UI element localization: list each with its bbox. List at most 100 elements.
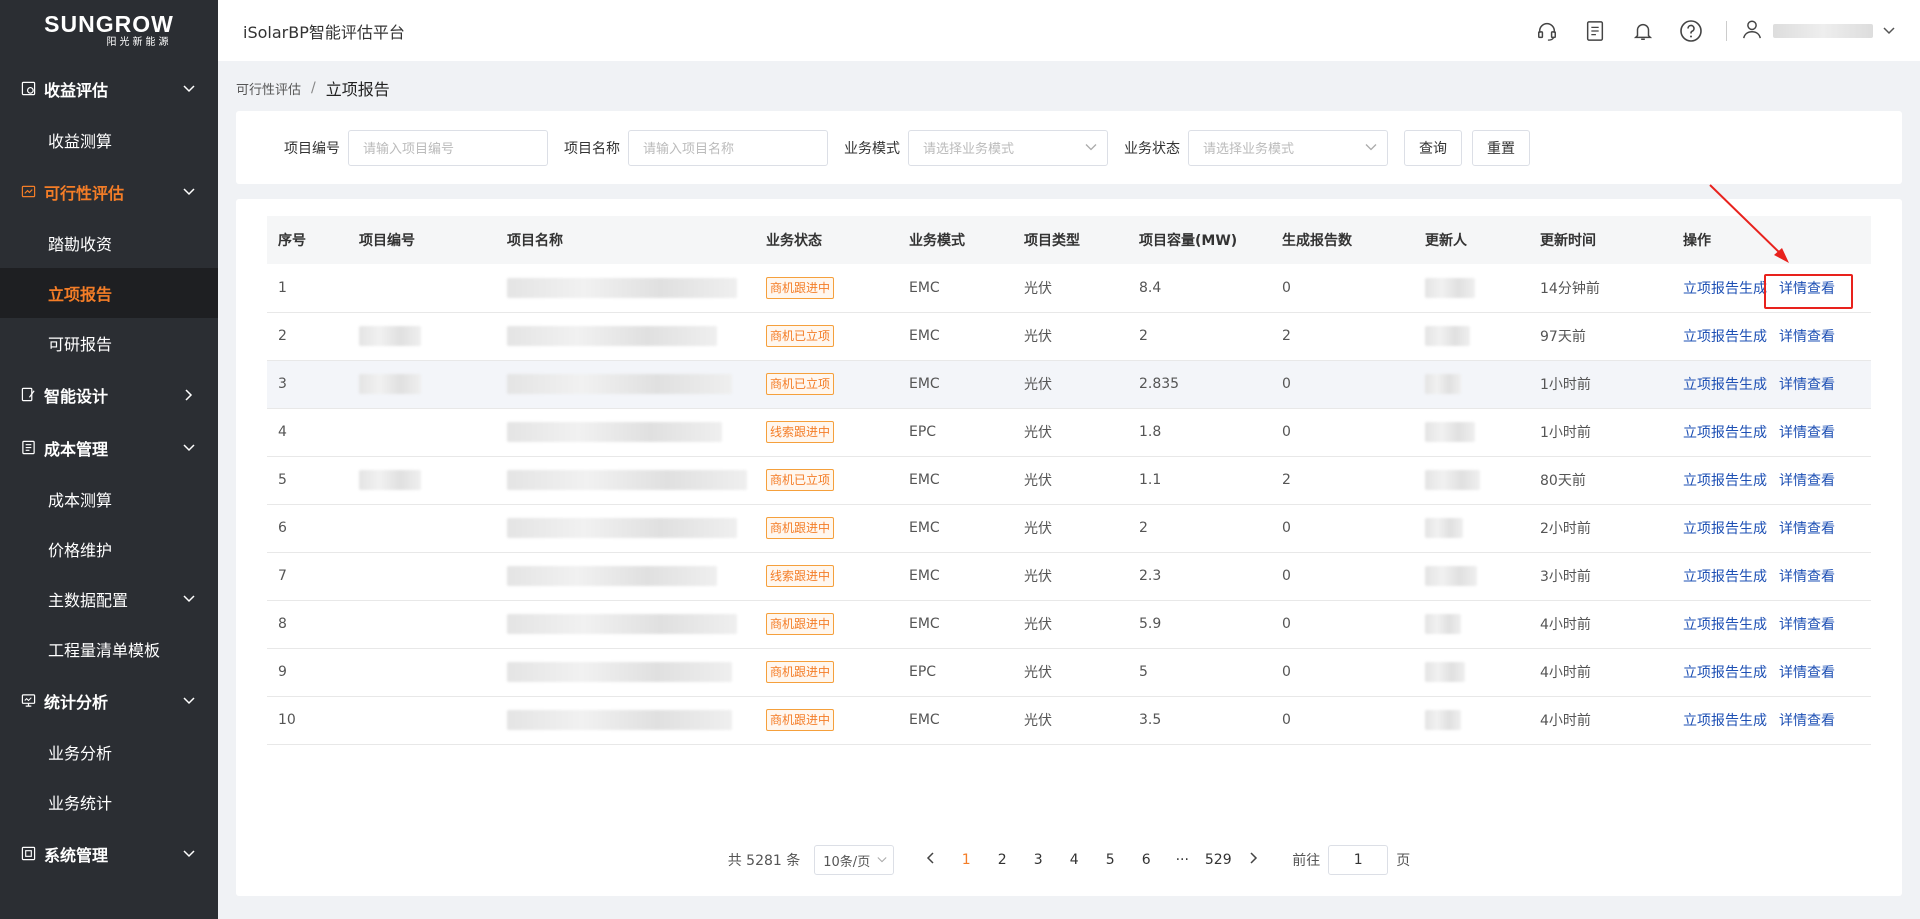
sidebar-item-cost-calc[interactable]: 成本测算: [0, 474, 218, 524]
chevron-down-icon: [1883, 23, 1895, 39]
generate-report-link[interactable]: 立项报告生成: [1683, 713, 1767, 729]
prev-page-button[interactable]: [912, 852, 948, 868]
cell-actions: 立项报告生成 详情查看: [1672, 648, 1871, 697]
breadcrumb-separator: /: [311, 80, 316, 96]
sidebar-item-revenue-calc[interactable]: 收益测算: [0, 115, 218, 165]
biz-status-select[interactable]: 请选择业务模式: [1188, 129, 1388, 166]
chevron-down-icon: [1365, 140, 1377, 155]
generate-report-link[interactable]: 立项报告生成: [1683, 665, 1767, 681]
sidebar-item-label: 价格维护: [48, 541, 113, 560]
generate-report-link[interactable]: 立项报告生成: [1683, 377, 1767, 393]
goto-page-input[interactable]: 1: [1328, 845, 1389, 875]
sidebar-item-survey[interactable]: 踏勘收资: [0, 218, 218, 268]
redacted-updater: [1425, 566, 1477, 586]
view-detail-link[interactable]: 详情查看: [1779, 377, 1835, 393]
menu-group-statistics[interactable]: 统计分析: [0, 674, 218, 727]
sidebar-item-project-report[interactable]: 立项报告: [0, 268, 218, 318]
cell-update-time: 14分钟前: [1529, 264, 1672, 313]
user-menu[interactable]: [1741, 18, 1895, 44]
view-detail-link[interactable]: 详情查看: [1779, 665, 1835, 681]
headset-icon[interactable]: [1534, 18, 1560, 44]
cell-report-count: 2: [1271, 456, 1414, 505]
menu-group-feasibility[interactable]: 可行性评估: [0, 165, 218, 218]
sidebar-item-label: 立项报告: [48, 285, 113, 304]
generate-report-link[interactable]: 立项报告生成: [1683, 329, 1767, 345]
page-number[interactable]: 5: [1092, 852, 1128, 868]
page-number[interactable]: 4: [1056, 852, 1092, 868]
pagination-total: 共 5281 条: [727, 853, 801, 869]
cell-project-name: [496, 360, 755, 409]
project-no-placeholder: 请输入项目编号: [363, 142, 455, 157]
cell-update-time: 4小时前: [1529, 696, 1672, 745]
table-row: 1 商机跟进中 EMC 光伏 8.4 0 14分钟前 立项报告生成 详情查看: [267, 264, 1871, 313]
generate-report-link[interactable]: 立项报告生成: [1683, 473, 1767, 489]
cell-mode: EMC: [898, 552, 1013, 601]
page-number[interactable]: 2: [984, 852, 1020, 868]
generate-report-link[interactable]: 立项报告生成: [1683, 425, 1767, 441]
biz-mode-placeholder: 请选择业务模式: [923, 142, 1015, 157]
statistics-icon: [20, 693, 36, 709]
page-number[interactable]: 529: [1200, 852, 1236, 868]
view-detail-link[interactable]: 详情查看: [1779, 617, 1835, 633]
menu-group-smart-design[interactable]: 智能设计: [0, 368, 218, 421]
cell-project-no: [348, 264, 496, 313]
cell-updater: [1414, 600, 1529, 649]
project-name-input[interactable]: 请输入项目名称: [628, 129, 828, 166]
breadcrumb-parent[interactable]: 可行性评估: [236, 79, 301, 98]
cell-update-time: 80天前: [1529, 456, 1672, 505]
sidebar-item-business-stats[interactable]: 业务统计: [0, 777, 218, 827]
reset-button[interactable]: 重置: [1472, 129, 1530, 166]
view-detail-link[interactable]: 详情查看: [1779, 713, 1835, 729]
redacted-project-name: [507, 374, 732, 394]
cell-status: 商机跟进中: [755, 264, 898, 313]
generate-report-link[interactable]: 立项报告生成: [1683, 281, 1767, 297]
redacted-updater: [1425, 326, 1470, 346]
cell-capacity: 1.1: [1128, 456, 1271, 505]
page-number[interactable]: 3: [1020, 852, 1056, 868]
biz-status-label: 业务状态: [1124, 140, 1180, 157]
sidebar-item-feasibility-report[interactable]: 可研报告: [0, 318, 218, 368]
page-number[interactable]: 1: [948, 852, 984, 868]
table-row: 4 线索跟进中 EPC 光伏 1.8 0 1小时前 立项报告生成 详情查看: [267, 408, 1871, 457]
page-size-select[interactable]: 10条/页: [814, 845, 895, 875]
view-detail-link[interactable]: 详情查看: [1779, 521, 1835, 537]
view-detail-link[interactable]: 详情查看: [1779, 425, 1835, 441]
status-badge: 线索跟进中: [766, 565, 835, 587]
generate-report-link[interactable]: 立项报告生成: [1683, 569, 1767, 585]
status-badge: 商机跟进中: [766, 661, 835, 683]
cell-type: 光伏: [1013, 552, 1128, 601]
menu-group-label: 统计分析: [44, 692, 109, 712]
cell-project-name: [496, 408, 755, 457]
sidebar-item-quantity-template[interactable]: 工程量清单模板: [0, 624, 218, 674]
bell-icon[interactable]: [1630, 18, 1656, 44]
generate-report-link[interactable]: 立项报告生成: [1683, 617, 1767, 633]
view-detail-link[interactable]: 详情查看: [1779, 329, 1835, 345]
cell-actions: 立项报告生成 详情查看: [1672, 360, 1871, 409]
menu-group-cost[interactable]: 成本管理: [0, 421, 218, 474]
document-icon[interactable]: [1582, 18, 1608, 44]
cell-actions: 立项报告生成 详情查看: [1672, 552, 1871, 601]
cell-mode: EMC: [898, 360, 1013, 409]
project-no-input[interactable]: 请输入项目编号: [348, 129, 548, 166]
generate-report-link[interactable]: 立项报告生成: [1683, 521, 1767, 537]
view-detail-link[interactable]: 详情查看: [1779, 569, 1835, 585]
help-icon[interactable]: [1678, 18, 1704, 44]
cell-capacity: 2: [1128, 312, 1271, 361]
next-page-button[interactable]: [1236, 852, 1272, 868]
redacted-updater: [1425, 518, 1463, 538]
view-detail-link[interactable]: 详情查看: [1779, 473, 1835, 489]
cell-status: 商机已立项: [755, 456, 898, 505]
table-row: 3 商机已立项 EMC 光伏 2.835 0 1小时前 立项报告生成 详情查看: [267, 360, 1871, 409]
sidebar-item-business-analysis[interactable]: 业务分析: [0, 727, 218, 777]
sidebar-item-price-maintenance[interactable]: 价格维护: [0, 524, 218, 574]
query-button[interactable]: 查询: [1404, 129, 1462, 166]
biz-mode-select[interactable]: 请选择业务模式: [908, 129, 1108, 166]
menu-group-revenue[interactable]: 收益评估: [0, 62, 218, 115]
page-number[interactable]: 6: [1128, 852, 1164, 868]
col-header-capacity: 项目容量(MW): [1128, 216, 1271, 264]
menu-group-system[interactable]: 系统管理: [0, 827, 218, 880]
cell-status: 商机已立项: [755, 312, 898, 361]
sidebar-item-master-data[interactable]: 主数据配置: [0, 574, 218, 624]
cell-type: 光伏: [1013, 456, 1128, 505]
page-ellipsis[interactable]: ···: [1164, 852, 1200, 868]
